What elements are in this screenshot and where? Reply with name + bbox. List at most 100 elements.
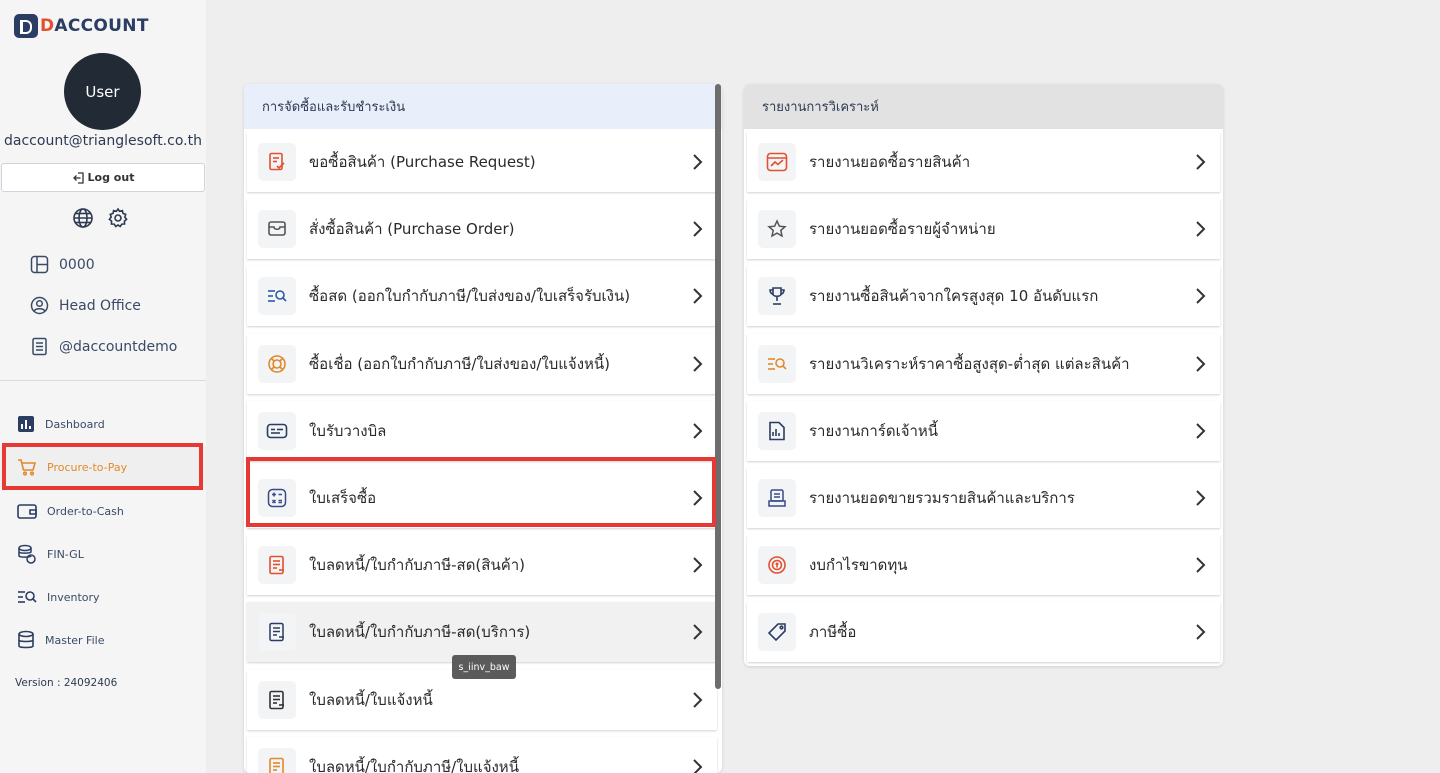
- card-label: ใบลดหนี้/ใบแจ้งหนี้: [309, 691, 433, 709]
- logo-mark-icon: [14, 14, 38, 38]
- card-report-purchase-by-product[interactable]: รายงานยอดซื้อรายสินค้า: [747, 132, 1220, 192]
- nav-item-dashboard[interactable]: Dashboard: [0, 404, 206, 444]
- service-note-icon: [258, 613, 296, 651]
- card-report-purchase-by-supplier[interactable]: รายงานยอดซื้อรายผู้จำหน่าย: [747, 199, 1220, 259]
- version-label: Version : 24092406: [15, 677, 118, 689]
- chevron-right-icon: [691, 422, 703, 440]
- card-billing-receipt[interactable]: ใบรับวางบิล: [247, 401, 717, 461]
- nav-label: Procure-to-Pay: [47, 460, 128, 474]
- card-label: รายงานซื้อสินค้าจากใครสูงสุด 10 อันดับแร…: [809, 287, 1099, 305]
- card-cash-purchase[interactable]: ซื้อสด (ออกใบกำกับภาษี/ใบส่งของ/ใบเสร็จร…: [247, 266, 717, 326]
- chevron-right-icon: [1194, 623, 1206, 641]
- list-search-icon: [18, 591, 37, 603]
- card-report-top-10-suppliers[interactable]: รายงานซื้อสินค้าจากใครสูงสุด 10 อันดับแร…: [747, 266, 1220, 326]
- chevron-right-icon: [691, 489, 703, 507]
- database-name: @daccountdemo: [59, 338, 178, 355]
- card-report-profit-loss[interactable]: งบกำไรขาดทุน: [747, 535, 1220, 595]
- nav-item-order-to-cash[interactable]: Order-to-Cash: [0, 491, 206, 531]
- sales-summary-icon: [758, 479, 796, 517]
- nav-label: Dashboard: [45, 417, 105, 431]
- database-icon: [18, 630, 34, 649]
- app-logo[interactable]: DACCOUNT: [14, 14, 149, 38]
- coins-icon: [18, 544, 36, 564]
- sidebar: DACCOUNT User daccount@trianglesoft.co.t…: [0, 0, 206, 773]
- report-panel-title: รายงานการวิเคราะห์: [744, 84, 1223, 129]
- bill-card-icon: [258, 412, 296, 450]
- chevron-right-icon: [1194, 355, 1206, 373]
- nav-label: Master File: [45, 633, 105, 647]
- chevron-right-icon: [691, 691, 703, 709]
- card-credit-note-tax-invoice[interactable]: ใบลดหนี้/ใบกำกับภาษี/ใบแจ้งหนี้: [247, 737, 717, 773]
- request-doc-icon: [258, 143, 296, 181]
- nav-item-master-file[interactable]: Master File: [0, 620, 206, 660]
- chevron-right-icon: [691, 220, 703, 238]
- card-debit-note[interactable]: ใบลดหนี้/ใบแจ้งหนี้: [247, 670, 717, 730]
- order-tray-icon: [258, 210, 296, 248]
- logout-icon: [72, 171, 84, 184]
- language-globe-icon[interactable]: [72, 207, 94, 229]
- card-label: ขอซื้อสินค้า (Purchase Request): [309, 153, 536, 171]
- debit-note-icon: [258, 681, 296, 719]
- database-row[interactable]: @daccountdemo: [30, 337, 177, 356]
- trend-chart-icon: [758, 143, 796, 181]
- card-label: รายงานการ์ดเจ้าหนี้: [809, 422, 939, 440]
- card-purchase-receipt[interactable]: ใบเสร็จซื้อ: [247, 468, 717, 528]
- card-report-purchase-tax[interactable]: ภาษีซื้อ: [747, 602, 1220, 662]
- profit-loss-icon: [758, 546, 796, 584]
- branch-row[interactable]: Head Office: [30, 296, 141, 315]
- card-label: ใบเสร็จซื้อ: [309, 489, 377, 507]
- logo-text: DACCOUNT: [40, 16, 149, 36]
- logout-button[interactable]: Log out: [1, 163, 205, 192]
- settings-gear-icon[interactable]: [107, 207, 129, 229]
- document-icon: [32, 337, 47, 356]
- calculator-icon: [258, 479, 296, 517]
- tag-icon: [758, 613, 796, 651]
- chevron-right-icon: [691, 153, 703, 171]
- nav-label: FIN-GL: [47, 547, 84, 561]
- chevron-right-icon: [1194, 489, 1206, 507]
- card-credit-purchase[interactable]: ซื้อเชื่อ (ออกใบกำกับภาษี/ใบส่งของ/ใบแจ้…: [247, 334, 717, 394]
- panel-scrollbar[interactable]: [715, 84, 721, 689]
- card-label: รายงานวิเคราะห์ราคาซื้อสูงสุด-ต่ำสุด แต่…: [809, 355, 1130, 373]
- star-icon: [758, 210, 796, 248]
- card-label: รายงานยอดซื้อรายผู้จำหน่าย: [809, 220, 996, 238]
- chevron-right-icon: [691, 758, 703, 773]
- report-panel: รายงานการวิเคราะห์ รายงานยอดซื้อรายสินค้…: [744, 84, 1223, 666]
- company-code: 0000: [59, 256, 95, 273]
- card-label: ซื้อเชื่อ (ออกใบกำกับภาษี/ใบส่งของ/ใบแจ้…: [309, 355, 611, 373]
- chevron-right-icon: [691, 287, 703, 305]
- card-label: ใบลดหนี้/ใบกำกับภาษี-สด(บริการ): [309, 623, 531, 641]
- branch-name: Head Office: [59, 297, 141, 314]
- company-code-row[interactable]: 0000: [30, 255, 95, 274]
- card-credit-note-service[interactable]: ใบลดหนี้/ใบกำกับภาษี-สด(บริการ): [247, 602, 717, 662]
- chevron-right-icon: [1194, 287, 1206, 305]
- procure-panel-title: การจัดซื้อและรับชำระเงิน: [244, 84, 722, 129]
- wallet-icon: [17, 504, 37, 519]
- card-report-sales-summary[interactable]: รายงานยอดขายรวมรายสินค้าและบริการ: [747, 468, 1220, 528]
- trophy-icon: [758, 277, 796, 315]
- card-label: งบกำไรขาดทุน: [809, 556, 908, 574]
- avatar[interactable]: User: [64, 53, 141, 130]
- cart-icon: [18, 459, 37, 476]
- card-label: ซื้อสด (ออกใบกำกับภาษี/ใบส่งของ/ใบเสร็จร…: [309, 287, 631, 305]
- card-purchase-order[interactable]: สั่งซื้อสินค้า (Purchase Order): [247, 199, 717, 259]
- card-purchase-request[interactable]: ขอซื้อสินค้า (Purchase Request): [247, 132, 717, 192]
- card-label: ภาษีซื้อ: [809, 623, 857, 641]
- chevron-right-icon: [1194, 556, 1206, 574]
- credit-note-icon: [258, 546, 296, 584]
- nav-item-procure-to-pay[interactable]: Procure-to-Pay: [0, 447, 206, 487]
- chevron-right-icon: [1194, 220, 1206, 238]
- card-credit-note-goods[interactable]: ใบลดหนี้/ใบกำกับภาษี-สด(สินค้า): [247, 535, 717, 595]
- card-label: รายงานยอดซื้อรายสินค้า: [809, 153, 971, 171]
- chevron-right-icon: [691, 355, 703, 373]
- card-report-price-analysis[interactable]: รายงานวิเคราะห์ราคาซื้อสูงสุด-ต่ำสุด แต่…: [747, 334, 1220, 394]
- nav-item-fin-gl[interactable]: FIN-GL: [0, 534, 206, 574]
- nav-item-inventory[interactable]: Inventory: [0, 577, 206, 617]
- nav-label: Inventory: [47, 590, 100, 604]
- sidebar-divider: [0, 380, 206, 381]
- card-label: ใบรับวางบิล: [309, 422, 387, 440]
- card-report-creditor-card[interactable]: รายงานการ์ดเจ้าหนี้: [747, 401, 1220, 461]
- list-search-icon: [758, 345, 796, 383]
- chevron-right-icon: [691, 623, 703, 641]
- chevron-right-icon: [1194, 153, 1206, 171]
